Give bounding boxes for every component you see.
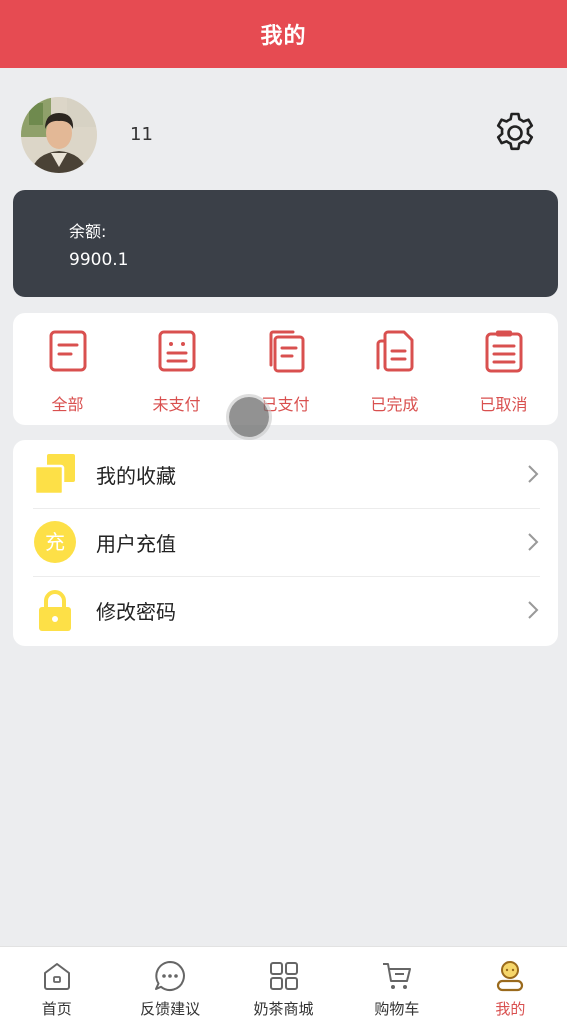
order-paid-label: 已支付 [261, 395, 310, 414]
chevron-right-icon [528, 533, 539, 551]
lock-icon [39, 590, 71, 631]
tab-cart[interactable]: 购物车 [340, 947, 453, 1024]
order-all-icon [49, 330, 86, 372]
tab-label: 首页 [41, 1000, 72, 1018]
menu-list: 我的收藏 充 用户充值 修改密码 [13, 440, 558, 646]
balance-label: 余额: [69, 222, 107, 241]
profile-icon [497, 961, 524, 992]
order-cancelled-button[interactable]: 已取消 [454, 313, 554, 425]
order-unpaid-button[interactable]: 未支付 [127, 313, 227, 425]
order-unpaid-label: 未支付 [152, 395, 201, 414]
order-unpaid-icon [158, 330, 195, 372]
tab-label: 反馈建议 [140, 1000, 201, 1018]
menu-item-favorites[interactable]: 我的收藏 [13, 440, 558, 508]
gear-icon [496, 112, 534, 151]
order-completed-icon [376, 330, 413, 372]
settings-button[interactable] [490, 108, 540, 158]
recharge-icon-text: 充 [45, 530, 65, 554]
profile-section: 11 [0, 68, 567, 190]
orders-card: 全部 未支付 已支付 已完成 已取消 [13, 313, 558, 425]
grid-icon [269, 962, 298, 990]
order-cancelled-icon [485, 330, 522, 373]
header-bar: 我的 [0, 0, 567, 68]
tab-label: 奶茶商城 [253, 1000, 314, 1018]
home-icon [43, 963, 70, 990]
tab-feedback[interactable]: 反馈建议 [113, 947, 226, 1024]
chevron-right-icon [528, 465, 539, 483]
menu-item-label: 我的收藏 [96, 463, 176, 488]
menu-item-label: 修改密码 [96, 599, 176, 624]
tab-label: 购物车 [374, 1000, 420, 1018]
favorites-icon [33, 454, 75, 496]
chevron-right-icon [528, 601, 539, 619]
username: 11 [130, 124, 153, 145]
avatar[interactable] [21, 97, 97, 173]
recharge-icon: 充 [34, 521, 76, 563]
profile-page: 我的 11 余额: 9900.1 全部 未支付 已支付 已完成 已取消 我的收藏… [0, 0, 567, 1024]
tab-label: 我的 [495, 1000, 526, 1018]
balance-card: 余额: 9900.1 [13, 190, 558, 297]
bottom-tab-bar: 首页 反馈建议 奶茶商城 购物车 我的 [0, 946, 567, 1024]
order-completed-label: 已完成 [370, 395, 419, 414]
order-cancelled-label: 已取消 [479, 395, 528, 414]
menu-item-recharge[interactable]: 充 用户充值 [13, 508, 558, 576]
page-title: 我的 [260, 24, 307, 49]
tab-home[interactable]: 首页 [0, 947, 113, 1024]
balance-value: 9900.1 [69, 250, 129, 270]
feedback-icon [155, 961, 185, 991]
order-paid-icon [269, 330, 304, 373]
tab-shop[interactable]: 奶茶商城 [227, 947, 340, 1024]
order-all-label: 全部 [51, 395, 84, 414]
tab-profile[interactable]: 我的 [454, 947, 567, 1024]
cart-icon [382, 963, 411, 989]
order-completed-button[interactable]: 已完成 [345, 313, 445, 425]
order-all-button[interactable]: 全部 [18, 313, 118, 425]
menu-item-change-password[interactable]: 修改密码 [13, 576, 558, 644]
menu-item-label: 用户充值 [96, 531, 176, 556]
touch-indicator [229, 397, 269, 437]
